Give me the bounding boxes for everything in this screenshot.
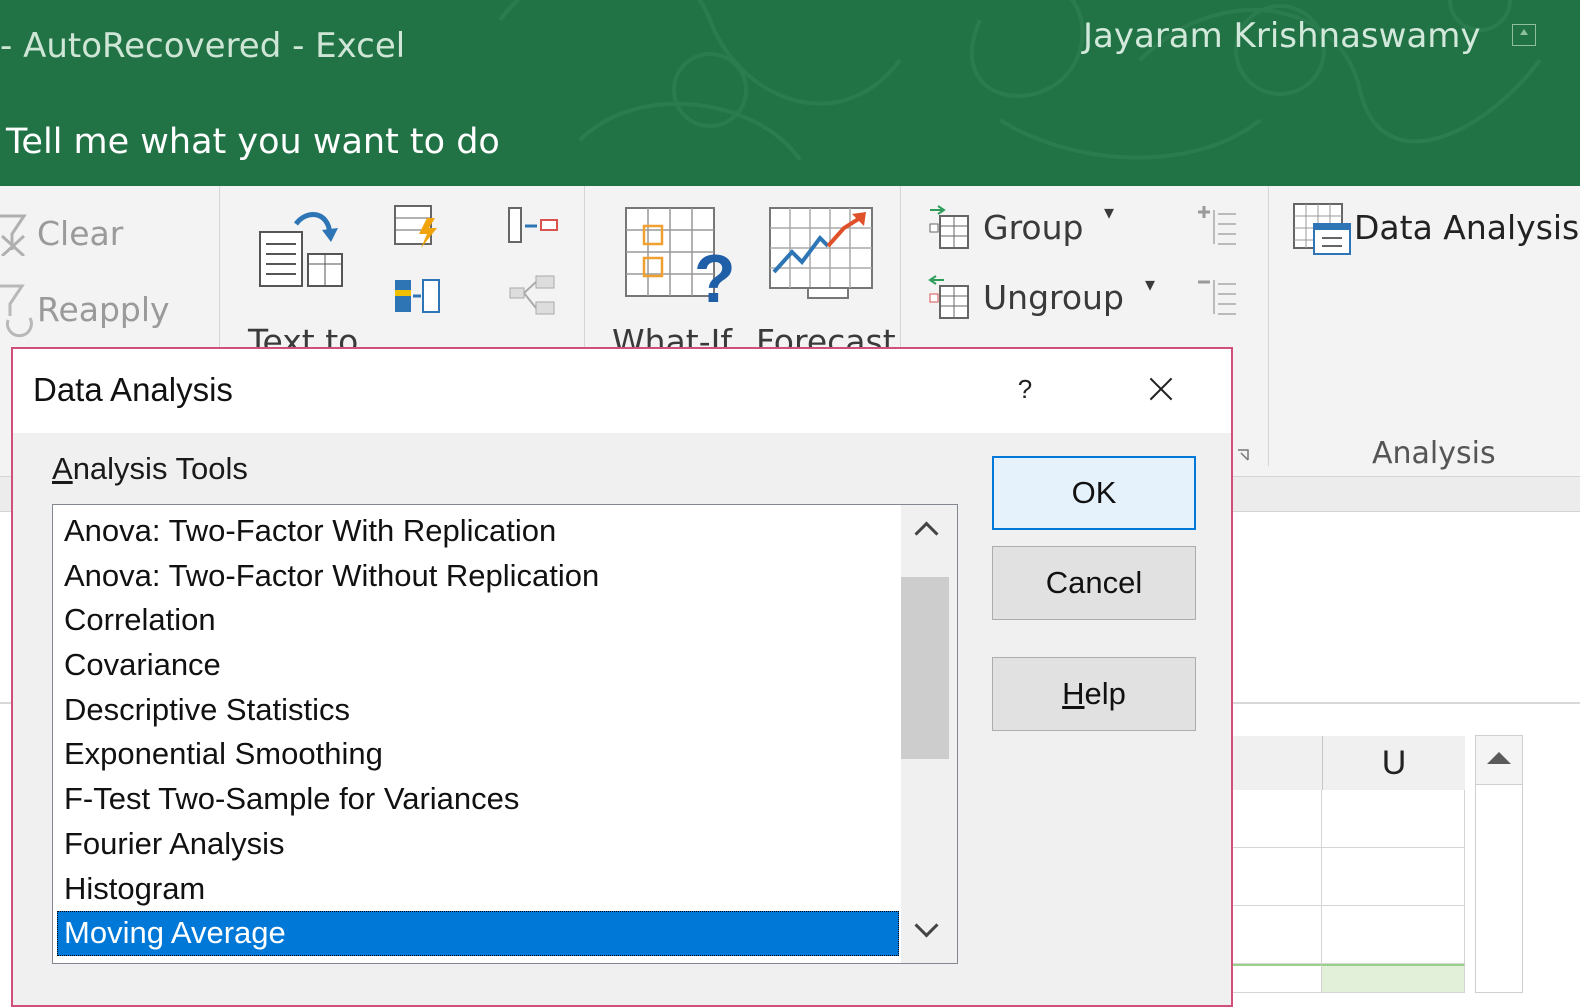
analysis-tools-label: Analysis Tools bbox=[52, 451, 248, 487]
relationships-icon[interactable] bbox=[508, 274, 558, 318]
analysis-group-label: Analysis bbox=[1372, 436, 1496, 471]
access-key: A bbox=[52, 451, 73, 486]
cell[interactable] bbox=[1232, 790, 1322, 848]
data-analysis-button[interactable]: Data Analysis bbox=[1354, 208, 1579, 247]
outline-dialog-launcher-icon[interactable] bbox=[1236, 448, 1250, 462]
data-analysis-dialog: Data Analysis ? Analysis Tools Anova: Tw… bbox=[11, 347, 1233, 1007]
group-button[interactable]: Group bbox=[983, 208, 1083, 247]
ungroup-icon bbox=[928, 275, 969, 319]
list-item[interactable]: Correlation bbox=[57, 598, 899, 643]
svg-text:?: ? bbox=[694, 241, 736, 302]
chevron-down-icon[interactable] bbox=[901, 905, 957, 959]
list-item[interactable]: Covariance bbox=[57, 643, 899, 688]
list-item[interactable]: Descriptive Statistics bbox=[57, 688, 899, 733]
hide-detail-icon[interactable] bbox=[1196, 274, 1240, 318]
group-icon bbox=[929, 205, 969, 249]
cell[interactable] bbox=[1232, 848, 1322, 906]
chevron-up-icon[interactable] bbox=[901, 505, 957, 559]
show-detail-icon[interactable] bbox=[1196, 204, 1240, 248]
list-item[interactable]: Anova: Two-Factor With Replication bbox=[57, 509, 899, 554]
what-if-analysis-icon[interactable]: ? bbox=[624, 206, 736, 302]
list-item[interactable]: Fourier Analysis bbox=[57, 822, 899, 867]
reapply-button[interactable]: Reapply bbox=[37, 290, 170, 329]
tell-me-search[interactable]: Tell me what you want to do bbox=[6, 122, 500, 162]
list-item[interactable]: Exponential Smoothing bbox=[57, 732, 899, 777]
cell-selected[interactable] bbox=[1322, 964, 1465, 993]
excel-title-bar: - AutoRecovered - Excel Jayaram Krishnas… bbox=[0, 0, 1580, 186]
clear-button[interactable]: Clear bbox=[37, 214, 123, 253]
ribbon-separator bbox=[1268, 186, 1269, 466]
consolidate-icon[interactable] bbox=[505, 206, 559, 246]
signed-in-user[interactable]: Jayaram Krishnaswamy bbox=[1083, 16, 1481, 56]
column-header-u[interactable]: U bbox=[1322, 736, 1465, 790]
cancel-button[interactable]: Cancel bbox=[992, 546, 1196, 620]
window-title: - AutoRecovered - Excel bbox=[0, 26, 406, 66]
ok-button[interactable]: OK bbox=[992, 456, 1196, 530]
cell[interactable] bbox=[1232, 964, 1322, 993]
scrollbar-thumb[interactable] bbox=[901, 577, 949, 759]
cell[interactable] bbox=[1322, 790, 1465, 848]
cell[interactable] bbox=[1322, 906, 1465, 964]
help-button[interactable]: Help bbox=[992, 657, 1196, 731]
list-scrollbar[interactable] bbox=[901, 505, 957, 963]
reapply-icon bbox=[0, 284, 33, 338]
analysis-tools-listbox[interactable]: Anova: Two-Factor With Replication Anova… bbox=[52, 504, 958, 964]
dialog-help-icon[interactable]: ? bbox=[1003, 367, 1047, 411]
close-icon[interactable] bbox=[1137, 365, 1185, 413]
text-to-columns-icon[interactable] bbox=[256, 210, 346, 290]
dialog-title-bar[interactable]: Data Analysis ? bbox=[13, 349, 1231, 433]
cell[interactable] bbox=[1232, 906, 1322, 964]
cell[interactable] bbox=[1322, 848, 1465, 906]
clear-filter-icon bbox=[0, 214, 27, 256]
flash-fill-icon[interactable] bbox=[393, 204, 441, 250]
list-item[interactable]: Histogram bbox=[57, 867, 899, 912]
ungroup-dropdown-arrow[interactable]: ▾ bbox=[1145, 272, 1155, 296]
ribbon-display-options-icon[interactable] bbox=[1512, 24, 1536, 46]
list-item-selected[interactable]: Moving Average bbox=[57, 911, 899, 956]
scroll-up-arrow-icon[interactable] bbox=[1476, 736, 1522, 785]
dialog-title: Data Analysis bbox=[33, 371, 233, 408]
tools-list: Anova: Two-Factor With Replication Anova… bbox=[57, 509, 899, 956]
data-analysis-icon bbox=[1293, 203, 1351, 255]
access-key: H bbox=[1062, 676, 1085, 711]
group-dropdown-arrow[interactable]: ▾ bbox=[1104, 200, 1114, 224]
list-item[interactable]: F-Test Two-Sample for Variances bbox=[57, 777, 899, 822]
ungroup-button[interactable]: Ungroup bbox=[983, 278, 1124, 317]
label-text: nalysis Tools bbox=[72, 451, 248, 486]
help-label: elp bbox=[1084, 676, 1126, 711]
forecast-sheet-icon[interactable] bbox=[768, 206, 876, 302]
list-item[interactable]: Anova: Two-Factor Without Replication bbox=[57, 554, 899, 599]
remove-duplicates-icon[interactable] bbox=[393, 276, 441, 316]
